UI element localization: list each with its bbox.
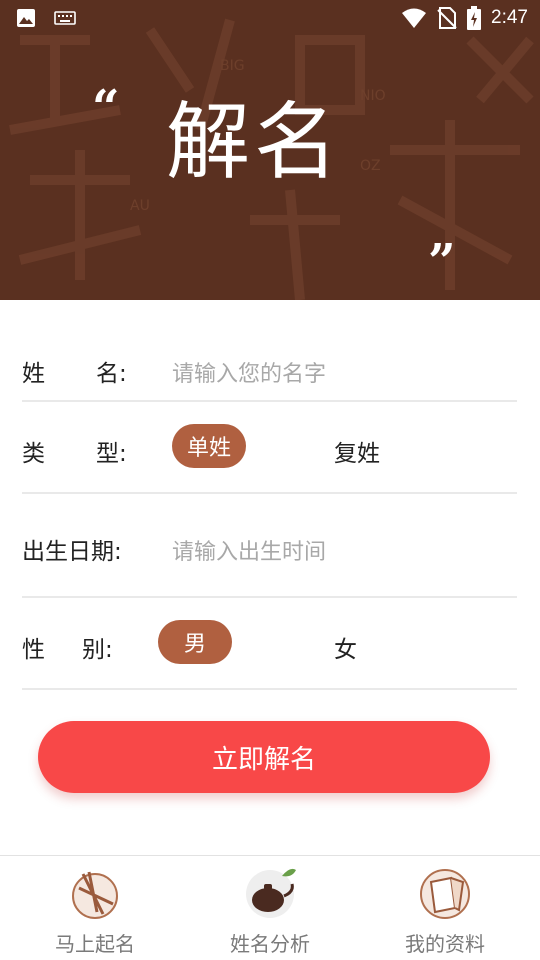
svg-text:BIG: BIG bbox=[220, 58, 245, 74]
open-quote: “ bbox=[92, 80, 120, 136]
single-surname-option[interactable]: 单姓 bbox=[172, 424, 246, 468]
name-row: 姓 名: 请输入您的名字 bbox=[22, 312, 517, 402]
submit-button[interactable]: 立即解名 bbox=[38, 721, 490, 793]
birth-input[interactable]: 请输入出生时间 bbox=[172, 534, 326, 566]
name-label-part2: 名: bbox=[96, 361, 127, 387]
bottom-nav: 马上起名 姓名分析 我的资料 bbox=[0, 855, 540, 960]
image-icon bbox=[17, 9, 35, 27]
nav-item-name-analysis[interactable]: 姓名分析 bbox=[180, 856, 360, 960]
name-analysis-form: 姓 名: 请输入您的名字 类 型: 单姓 复姓 出生日期: 请输入出生时间 性 … bbox=[22, 312, 517, 690]
battery-charging-icon bbox=[467, 6, 482, 30]
gender-label-part2: 别: bbox=[82, 637, 113, 663]
compound-surname-option[interactable]: 复姓 bbox=[334, 434, 380, 468]
svg-text:NIO: NIO bbox=[360, 88, 386, 104]
teapot-icon bbox=[246, 868, 296, 918]
nav-item-my-profile[interactable]: 我的资料 bbox=[355, 856, 535, 960]
nav-label: 我的资料 bbox=[405, 932, 485, 956]
female-option[interactable]: 女 bbox=[334, 630, 357, 664]
type-row: 类 型: 单姓 复姓 bbox=[22, 402, 517, 494]
svg-text:AU: AU bbox=[130, 198, 150, 214]
page-title: 解名 bbox=[166, 93, 343, 191]
type-label-part2: 型: bbox=[96, 441, 127, 467]
wifi-icon bbox=[402, 8, 427, 28]
keyboard-icon bbox=[54, 11, 76, 25]
nav-label: 姓名分析 bbox=[230, 932, 310, 956]
birth-row: 出生日期: 请输入出生时间 bbox=[22, 494, 517, 598]
status-bar: 2:47 bbox=[0, 0, 540, 36]
gender-row: 性 别: 男 女 bbox=[22, 598, 517, 690]
status-time: 2:47 bbox=[491, 7, 528, 28]
svg-text:OZ: OZ bbox=[360, 158, 381, 174]
type-label-part1: 类 bbox=[22, 441, 45, 467]
nav-item-quick-naming[interactable]: 马上起名 bbox=[5, 856, 185, 960]
nav-label: 马上起名 bbox=[55, 932, 135, 956]
book-icon bbox=[420, 869, 470, 919]
no-sim-icon bbox=[437, 7, 457, 29]
gender-label-part1: 性 bbox=[22, 637, 45, 663]
name-input[interactable]: 请输入您的名字 bbox=[172, 356, 326, 388]
name-label-part1: 姓 bbox=[22, 361, 45, 387]
birth-label: 出生日期: bbox=[22, 539, 122, 565]
close-quote: ” bbox=[428, 234, 456, 290]
hero-banner: BIG NIO AU OZ 2:47 “ 解名 ” bbox=[0, 0, 540, 300]
brush-icon bbox=[72, 871, 118, 919]
male-option[interactable]: 男 bbox=[158, 620, 232, 664]
